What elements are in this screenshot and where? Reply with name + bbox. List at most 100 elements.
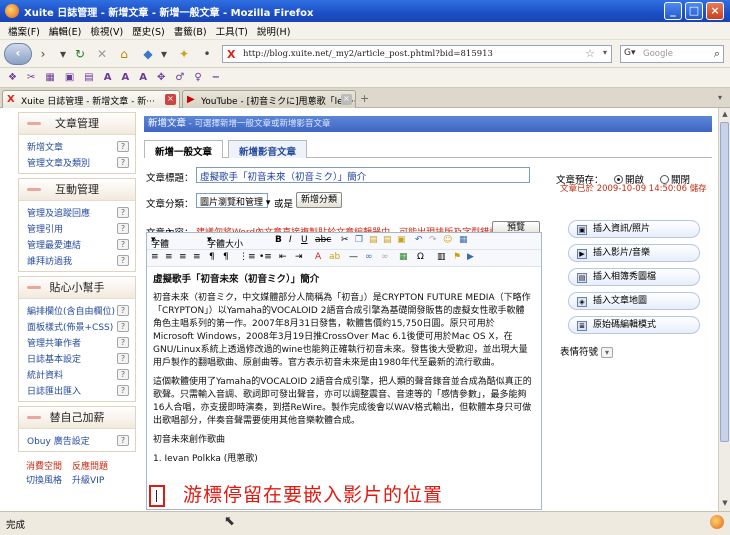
paste-icon[interactable]: ▤ (369, 235, 378, 245)
redo-icon[interactable]: ↷ (429, 235, 437, 245)
search-box[interactable]: G▾ Google ⌕ (620, 45, 724, 63)
menu-help[interactable]: 說明(H) (257, 24, 291, 38)
bold-icon[interactable]: B (275, 235, 282, 245)
help-icon[interactable]: ? (117, 140, 129, 152)
category-select[interactable]: 圖片瀏覽和管理 ▾ (196, 193, 270, 208)
special-char-icon[interactable]: Ω (417, 252, 424, 262)
font-reset-icon[interactable]: A (139, 72, 147, 83)
italic-icon[interactable]: I (289, 235, 292, 245)
maximize-button[interactable]: □ (685, 2, 703, 20)
help-icon[interactable]: ? (117, 336, 129, 348)
tab-new-video-article[interactable]: 新增影音文章 (228, 140, 308, 158)
help-icon[interactable]: ? (117, 368, 129, 380)
help-icon[interactable]: ? (117, 304, 129, 316)
home-icon[interactable]: ⌂ (116, 45, 132, 63)
vertical-scrollbar[interactable]: ▲ ▼ (718, 108, 730, 511)
sidebar-item-obuy[interactable]: Obuy 廣告設定? (19, 432, 135, 448)
highlight-icon[interactable]: ab (329, 252, 340, 262)
sidebar-item-comments[interactable]: 管理及追蹤回應? (19, 204, 135, 220)
horizontal-rule-icon[interactable]: — (349, 252, 358, 262)
sidebar-item-new-article[interactable]: 新增文章? (19, 138, 135, 154)
menu-bookmarks[interactable]: 書籤(B) (174, 24, 207, 38)
scroll-down-icon[interactable]: ▼ (720, 499, 730, 509)
indent-icon[interactable]: ⇥ (295, 252, 303, 262)
paste-text-icon[interactable]: ▤ (383, 235, 392, 245)
strikethrough-icon[interactable]: abc (315, 235, 331, 245)
sidebar-item-stats[interactable]: 統計資料? (19, 366, 135, 382)
cut-icon[interactable]: ✂ (341, 235, 349, 245)
help-icon[interactable]: ? (117, 238, 129, 250)
article-title-input[interactable]: 虛擬歌手「初音未來（初音ミク）」簡介 (196, 167, 530, 183)
help-icon[interactable]: ? (117, 222, 129, 234)
sidebar-item-coauthors[interactable]: 管理共筆作者? (19, 334, 135, 350)
sidebar-item-settings[interactable]: 日誌基本設定? (19, 350, 135, 366)
addon-dropdown-icon[interactable]: ▾ (160, 45, 168, 63)
ext-icon-7[interactable]: ♂ (175, 72, 184, 83)
unlink-icon[interactable]: ∞ (381, 252, 389, 262)
copy-icon[interactable]: ❐ (355, 235, 363, 245)
addon-icon[interactable]: ◆ (140, 45, 156, 63)
insert-album-button[interactable]: ▤ 插入相簿秀圖檔 (568, 268, 700, 286)
bookmark-star-icon[interactable]: ☆ (585, 47, 595, 60)
bookmark-tool-icon[interactable]: ✦ (176, 45, 192, 63)
menu-edit[interactable]: 編輯(E) (49, 24, 81, 38)
unordered-list-icon[interactable]: •≡ (259, 252, 272, 262)
ext-icon-3[interactable]: ▦ (45, 72, 54, 83)
rtl-icon[interactable]: ¶ (223, 252, 229, 262)
close-window-button[interactable]: × (706, 2, 724, 20)
help-icon[interactable]: ? (117, 434, 129, 446)
tab-close-icon[interactable]: × (341, 94, 352, 105)
undo-icon[interactable]: ↶ (415, 235, 423, 245)
sidebar-item-trackbacks[interactable]: 管理引用? (19, 220, 135, 236)
ext-icon-6[interactable]: ✥ (157, 72, 165, 83)
scroll-up-icon[interactable]: ▲ (720, 110, 730, 120)
tab-new-article[interactable]: 新增一般文章 (144, 140, 224, 158)
insert-info-photo-button[interactable]: ▣ 插入資訊/照片 (568, 220, 700, 238)
sidebar-item-theme[interactable]: 面板樣式(佈景+CSS)? (19, 318, 135, 334)
font-decrease-icon[interactable]: A (121, 72, 129, 83)
forward-button[interactable]: › (36, 45, 50, 63)
table-icon[interactable]: ▦ (399, 252, 408, 262)
help-icon[interactable]: ? (117, 156, 129, 168)
underline-icon[interactable]: U (301, 235, 308, 245)
text-color-icon[interactable]: A (315, 252, 321, 262)
sidebar-item-import-export[interactable]: 日誌匯出匯入? (19, 382, 135, 398)
ltr-icon[interactable]: ¶ (209, 252, 215, 262)
minimize-button[interactable]: _ (664, 2, 682, 20)
help-icon[interactable]: ? (117, 352, 129, 364)
scrollbar-thumb[interactable] (720, 122, 729, 442)
ext-icon-9[interactable]: − (212, 72, 220, 83)
address-bar[interactable]: X http://blog.xuite.net/_my2/article_pos… (222, 45, 612, 63)
reload-icon[interactable]: ↻ (72, 45, 88, 63)
video-icon[interactable]: ▶ (467, 252, 474, 262)
toolbar-dot-icon[interactable]: • (200, 45, 214, 63)
tab-xuite-blog[interactable]: X Xuite 日誌管理 - 新增文章 - 新··· × (2, 90, 180, 108)
font-size-select[interactable]: 字體大小 ▾ (207, 235, 243, 250)
search-icon[interactable]: ⌕ (714, 47, 720, 61)
ext-icon-1[interactable]: ❖ (8, 72, 17, 83)
search-engine-icon[interactable]: G▾ (624, 48, 636, 58)
rich-text-editor[interactable]: 字體 ▾ 字體大小 ▾ B I U abc ✂ ❐ ▤ ▤ ▣ ↶ ↷ ☺ ▦ … (146, 232, 542, 510)
sidebar-item-layout[interactable]: 編排欄位(含自由欄位)? (19, 302, 135, 318)
menu-tools[interactable]: 工具(T) (216, 24, 248, 38)
font-increase-icon[interactable]: A (104, 72, 112, 83)
menu-file[interactable]: 檔案(F) (8, 24, 40, 38)
menu-view[interactable]: 檢視(V) (90, 24, 123, 38)
emoticon-icon[interactable]: ☺ (443, 235, 452, 245)
sidebar-item-visitors[interactable]: 誰拜訪過我? (19, 252, 135, 268)
ext-icon-2[interactable]: ✂ (27, 72, 35, 83)
image-icon[interactable]: ▦ (459, 235, 468, 245)
ext-icon-8[interactable]: ♀ (194, 72, 201, 83)
ext-icon-5[interactable]: ▤ (84, 72, 93, 83)
justify-icon[interactable]: ≡ (193, 252, 201, 262)
paste-word-icon[interactable]: ▣ (397, 235, 406, 245)
url-dropdown-icon[interactable]: ▾ (603, 48, 607, 57)
help-icon[interactable]: ? (117, 320, 129, 332)
stop-icon[interactable]: ✕ (94, 45, 110, 63)
ordered-list-icon[interactable]: ⋮≡ (239, 252, 256, 262)
link-upgrade-vip[interactable]: 升級VIP (72, 473, 104, 486)
help-icon[interactable]: ? (117, 384, 129, 396)
link-icon[interactable]: ∞ (365, 252, 373, 262)
ext-icon-4[interactable]: ▣ (65, 72, 74, 83)
menu-history[interactable]: 歷史(S) (132, 24, 164, 38)
